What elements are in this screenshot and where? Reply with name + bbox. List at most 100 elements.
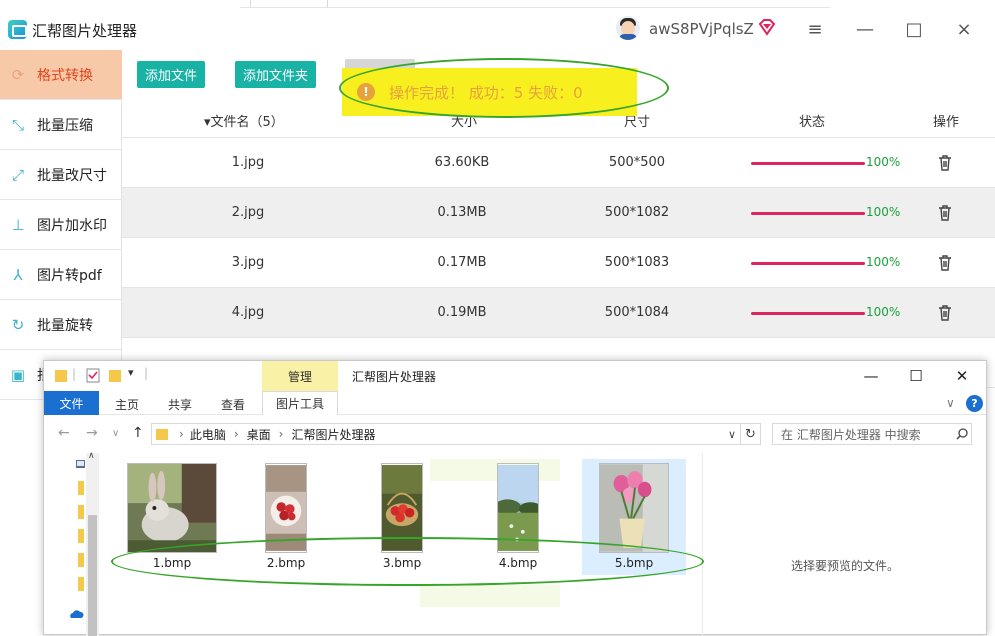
sidebar-item-to-pdf[interactable]: ⅄ 图片转pdf — [0, 250, 122, 300]
trash-icon[interactable] — [938, 255, 952, 271]
ribbon-picture-tools-tab[interactable]: 图片工具 — [262, 391, 338, 415]
progress-percent: 100% — [866, 255, 901, 269]
username[interactable]: awS8PVjPqlsZ — [649, 20, 754, 38]
ribbon-home-tab[interactable]: 主页 — [115, 396, 139, 413]
row-dimensions: 500*1084 — [604, 305, 670, 320]
column-header-status: 状态 — [799, 115, 826, 130]
sidebar-item-label: 图片转pdf — [37, 267, 102, 284]
minimize-button[interactable]: — — [850, 16, 880, 42]
row-size: 63.60KB — [434, 155, 490, 170]
toolbar-separator: | — [144, 366, 149, 380]
column-header-name[interactable]: ▾文件名（5） — [204, 111, 284, 130]
user-avatar[interactable] — [616, 16, 640, 40]
progress-bar — [751, 262, 865, 265]
compress-icon: ⤡ — [11, 115, 24, 134]
explorer-title-bar: | ▾ | 管理 汇帮图片处理器 — ☐ ✕ — [44, 361, 986, 391]
ribbon-share-tab[interactable]: 共享 — [168, 396, 192, 413]
trash-icon[interactable] — [938, 155, 952, 171]
address-dropdown-icon[interactable]: ∨ — [728, 428, 736, 441]
up-arrow-icon[interactable]: ↑ — [132, 425, 144, 441]
row-size: 0.19MB — [437, 305, 487, 320]
progress-percent: 100% — [866, 205, 901, 219]
folder-icon — [55, 370, 67, 382]
sidebar-item-label: 批量旋转 — [37, 317, 93, 334]
table-row[interactable]: 2.jpg 0.13MB 500*1082 100% — [122, 188, 995, 238]
search-placeholder: 在 汇帮图片处理器 中搜索 — [781, 427, 921, 442]
properties-icon[interactable] — [86, 368, 100, 383]
explorer-minimize-button[interactable]: — — [859, 365, 883, 387]
background-ghost — [420, 585, 560, 607]
back-arrow-icon[interactable]: ← — [58, 425, 70, 441]
trash-icon[interactable] — [938, 205, 952, 221]
background-window-tab — [250, 0, 328, 7]
scrollbar-thumb[interactable] — [88, 515, 97, 636]
row-dimensions: 500*1083 — [604, 255, 670, 270]
table-row[interactable]: 3.jpg 0.17MB 500*1083 100% — [122, 238, 995, 288]
sidebar-item-watermark[interactable]: ⊥ 图片加水印 — [0, 200, 122, 250]
scroll-up-icon[interactable]: ∧ — [88, 451, 95, 461]
manage-tab[interactable]: 管理 — [262, 361, 338, 391]
app-window: 汇帮图片处理器 awS8PVjPqlsZ ≡ — □ × ⟳ 格式转换 ⤡ 批量… — [0, 0, 995, 636]
forward-arrow-icon[interactable]: → — [86, 425, 98, 441]
pdf-icon: ⅄ — [13, 265, 23, 284]
sidebar-item-label: 格式转换 — [37, 67, 93, 84]
table-row[interactable]: 1.jpg 63.60KB 500*500 100% — [122, 138, 995, 188]
folder-icon — [78, 505, 84, 519]
maximize-button[interactable]: □ — [899, 16, 929, 42]
add-file-button[interactable]: 添加文件 — [137, 61, 205, 88]
sidebar: ⟳ 格式转换 ⤡ 批量压缩 ⤢ 批量改尺寸 ⊥ 图片加水印 ⅄ 图片转pdf ↻… — [0, 50, 122, 400]
column-header-action: 操作 — [933, 115, 960, 130]
quick-access-dropdown-icon[interactable]: ▾ — [128, 366, 134, 379]
breadcrumb-separator-icon: › — [278, 427, 284, 441]
ribbon-file-tab[interactable]: 文件 — [44, 391, 99, 415]
nav-scrollbar[interactable]: ∧ — [86, 451, 99, 636]
folder-icon — [78, 481, 84, 495]
breadcrumb-desktop[interactable]: 桌面 — [247, 426, 271, 443]
sidebar-item-resize[interactable]: ⤢ 批量改尺寸 — [0, 150, 122, 200]
address-bar[interactable]: › 此电脑 › 桌面 › 汇帮图片处理器 ∨ — [151, 423, 741, 445]
annotation-ellipse-files — [111, 537, 704, 586]
sidebar-item-compress[interactable]: ⤡ 批量压缩 — [0, 100, 122, 150]
row-dimensions: 500*1082 — [604, 205, 670, 220]
close-button[interactable]: × — [949, 16, 979, 42]
background-window-strip — [240, 0, 830, 8]
progress-percent: 100% — [866, 155, 901, 169]
search-icon[interactable] — [956, 428, 968, 440]
sidebar-item-label: 批量压缩 — [37, 117, 93, 134]
toolbar-separator: | — [72, 367, 77, 381]
image-icon: ▣ — [10, 365, 26, 384]
ribbon-view-tab[interactable]: 查看 — [221, 396, 245, 413]
resize-icon: ⤢ — [11, 165, 24, 184]
sidebar-item-rotate[interactable]: ↻ 批量旋转 — [0, 300, 122, 350]
drive-icon — [76, 460, 85, 468]
folder-icon — [78, 577, 84, 591]
breadcrumb-folder[interactable]: 汇帮图片处理器 — [291, 426, 375, 443]
navigation-pane: ∧ — [44, 451, 99, 636]
progress-bar — [751, 162, 865, 165]
explorer-maximize-button[interactable]: ☐ — [904, 365, 928, 387]
sidebar-item-label: 图片加水印 — [37, 217, 107, 234]
search-input[interactable]: 在 汇帮图片处理器 中搜索 — [772, 423, 972, 445]
breadcrumb-this-pc[interactable]: 此电脑 — [190, 426, 226, 443]
expand-ribbon-icon[interactable]: ∨ — [946, 396, 955, 410]
add-folder-button[interactable]: 添加文件夹 — [235, 61, 316, 88]
explorer-close-button[interactable]: ✕ — [950, 365, 974, 387]
row-dimensions: 500*500 — [608, 155, 666, 170]
breadcrumb-separator-icon: › — [233, 427, 239, 441]
refresh-icon[interactable]: ↻ — [741, 423, 761, 445]
convert-icon: ⟳ — [11, 65, 25, 84]
sidebar-item-label: 批量改尺寸 — [37, 167, 107, 184]
vip-diamond-icon[interactable] — [757, 17, 777, 37]
recent-chevron-icon[interactable]: ∨ — [112, 428, 119, 439]
new-folder-icon[interactable] — [108, 368, 122, 383]
help-icon[interactable]: ? — [966, 395, 983, 412]
onedrive-cloud-icon — [70, 610, 84, 618]
tulips-image — [599, 463, 669, 553]
row-size: 0.13MB — [437, 205, 487, 220]
table-row[interactable]: 4.jpg 0.19MB 500*1084 100% — [122, 288, 995, 338]
row-size: 0.17MB — [437, 255, 487, 270]
ribbon-tabs: 文件 主页 共享 查看 图片工具 ∨ ? — [44, 391, 986, 415]
trash-icon[interactable] — [938, 305, 952, 321]
menu-icon[interactable]: ≡ — [800, 16, 830, 42]
sidebar-item-format-convert[interactable]: ⟳ 格式转换 — [0, 50, 122, 100]
